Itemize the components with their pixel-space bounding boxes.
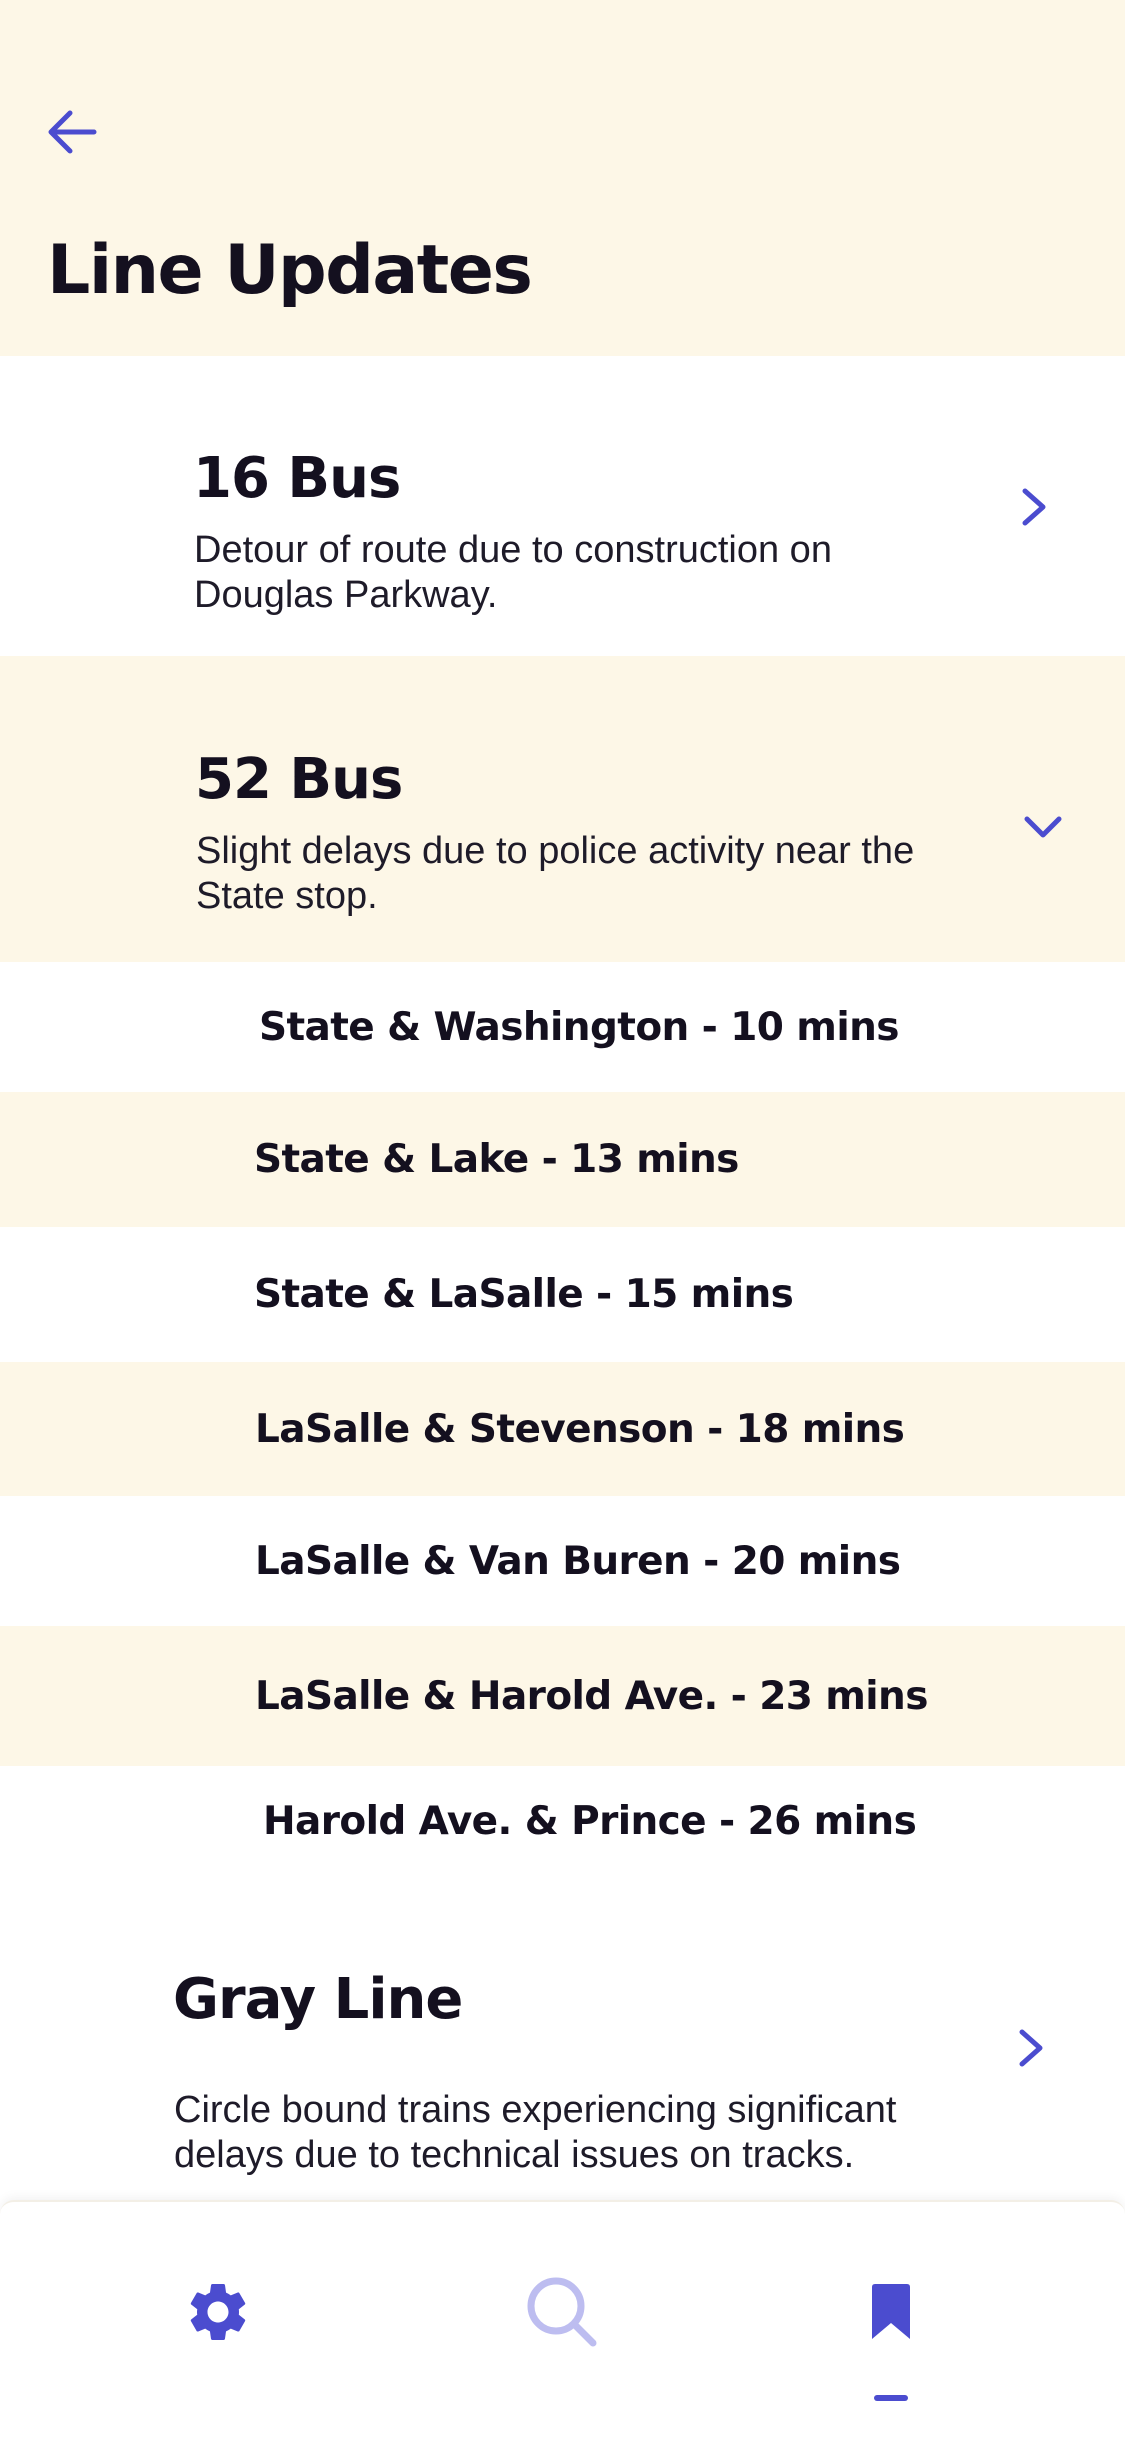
bookmark-icon (872, 2284, 910, 2339)
stop-row[interactable]: State & LaSalle - 15 mins (0, 1227, 1125, 1362)
stop-label: LaSalle & Harold Ave. - 23 mins (255, 1673, 928, 1719)
update-description: Detour of route due to construction on D… (194, 528, 832, 618)
stop-row[interactable]: State & Washington - 10 mins (0, 962, 1125, 1092)
bottom-tab-bar (0, 2200, 1125, 2438)
tab-settings[interactable] (138, 2242, 298, 2382)
chevron-right-icon[interactable] (1006, 2023, 1056, 2073)
description-line: Circle bound trains experiencing signifi… (174, 2089, 897, 2131)
stop-label: State & LaSalle - 15 mins (254, 1272, 794, 1317)
page-title: Line Updates (47, 231, 533, 310)
gear-icon (190, 2284, 246, 2340)
stop-label: Harold Ave. & Prince - 26 mins (263, 1798, 917, 1844)
update-title: 16 Bus (193, 446, 401, 511)
description-line: State stop. (196, 875, 378, 917)
stop-label: State & Washington - 10 mins (259, 1004, 899, 1050)
arrow-left-icon (48, 110, 97, 154)
active-tab-indicator (874, 2395, 908, 2401)
stop-row[interactable]: LaSalle & Harold Ave. - 23 mins (0, 1626, 1125, 1766)
stop-label: LaSalle & Stevenson - 18 mins (255, 1406, 905, 1452)
update-card-16-bus[interactable]: 16 Bus Detour of route due to constructi… (0, 356, 1125, 656)
description-line: Slight delays due to police activity nea… (196, 830, 915, 872)
update-card-gray-line[interactable]: Gray Line Circle bound trains experienci… (0, 1930, 1125, 2200)
stop-row[interactable]: State & Lake - 13 mins (0, 1092, 1125, 1227)
update-card-52-bus[interactable]: 52 Bus Slight delays due to police activ… (0, 656, 1125, 962)
search-icon (527, 2277, 597, 2347)
stop-row[interactable]: LaSalle & Van Buren - 20 mins (0, 1496, 1125, 1626)
tab-search[interactable] (482, 2242, 642, 2382)
stop-label: LaSalle & Van Buren - 20 mins (255, 1538, 901, 1584)
stop-row[interactable]: Harold Ave. & Prince - 26 mins (0, 1766, 1125, 1876)
update-description: Circle bound trains experiencing signifi… (174, 2088, 896, 2178)
chevron-down-icon[interactable] (1018, 802, 1068, 852)
update-title: Gray Line (173, 1967, 463, 2032)
back-button[interactable] (40, 100, 104, 164)
description-line: delays due to technical issues on tracks… (174, 2134, 855, 2176)
stop-label: State & Lake - 13 mins (254, 1137, 739, 1182)
tab-bookmarks[interactable] (811, 2242, 971, 2382)
description-line: Douglas Parkway. (194, 574, 498, 616)
description-line: Detour of route due to construction on (194, 529, 832, 571)
update-title: 52 Bus (195, 747, 403, 812)
chevron-right-icon[interactable] (1009, 482, 1059, 532)
header: Line Updates (0, 0, 1125, 356)
stop-row[interactable]: LaSalle & Stevenson - 18 mins (0, 1362, 1125, 1496)
update-description: Slight delays due to police activity nea… (196, 829, 914, 919)
